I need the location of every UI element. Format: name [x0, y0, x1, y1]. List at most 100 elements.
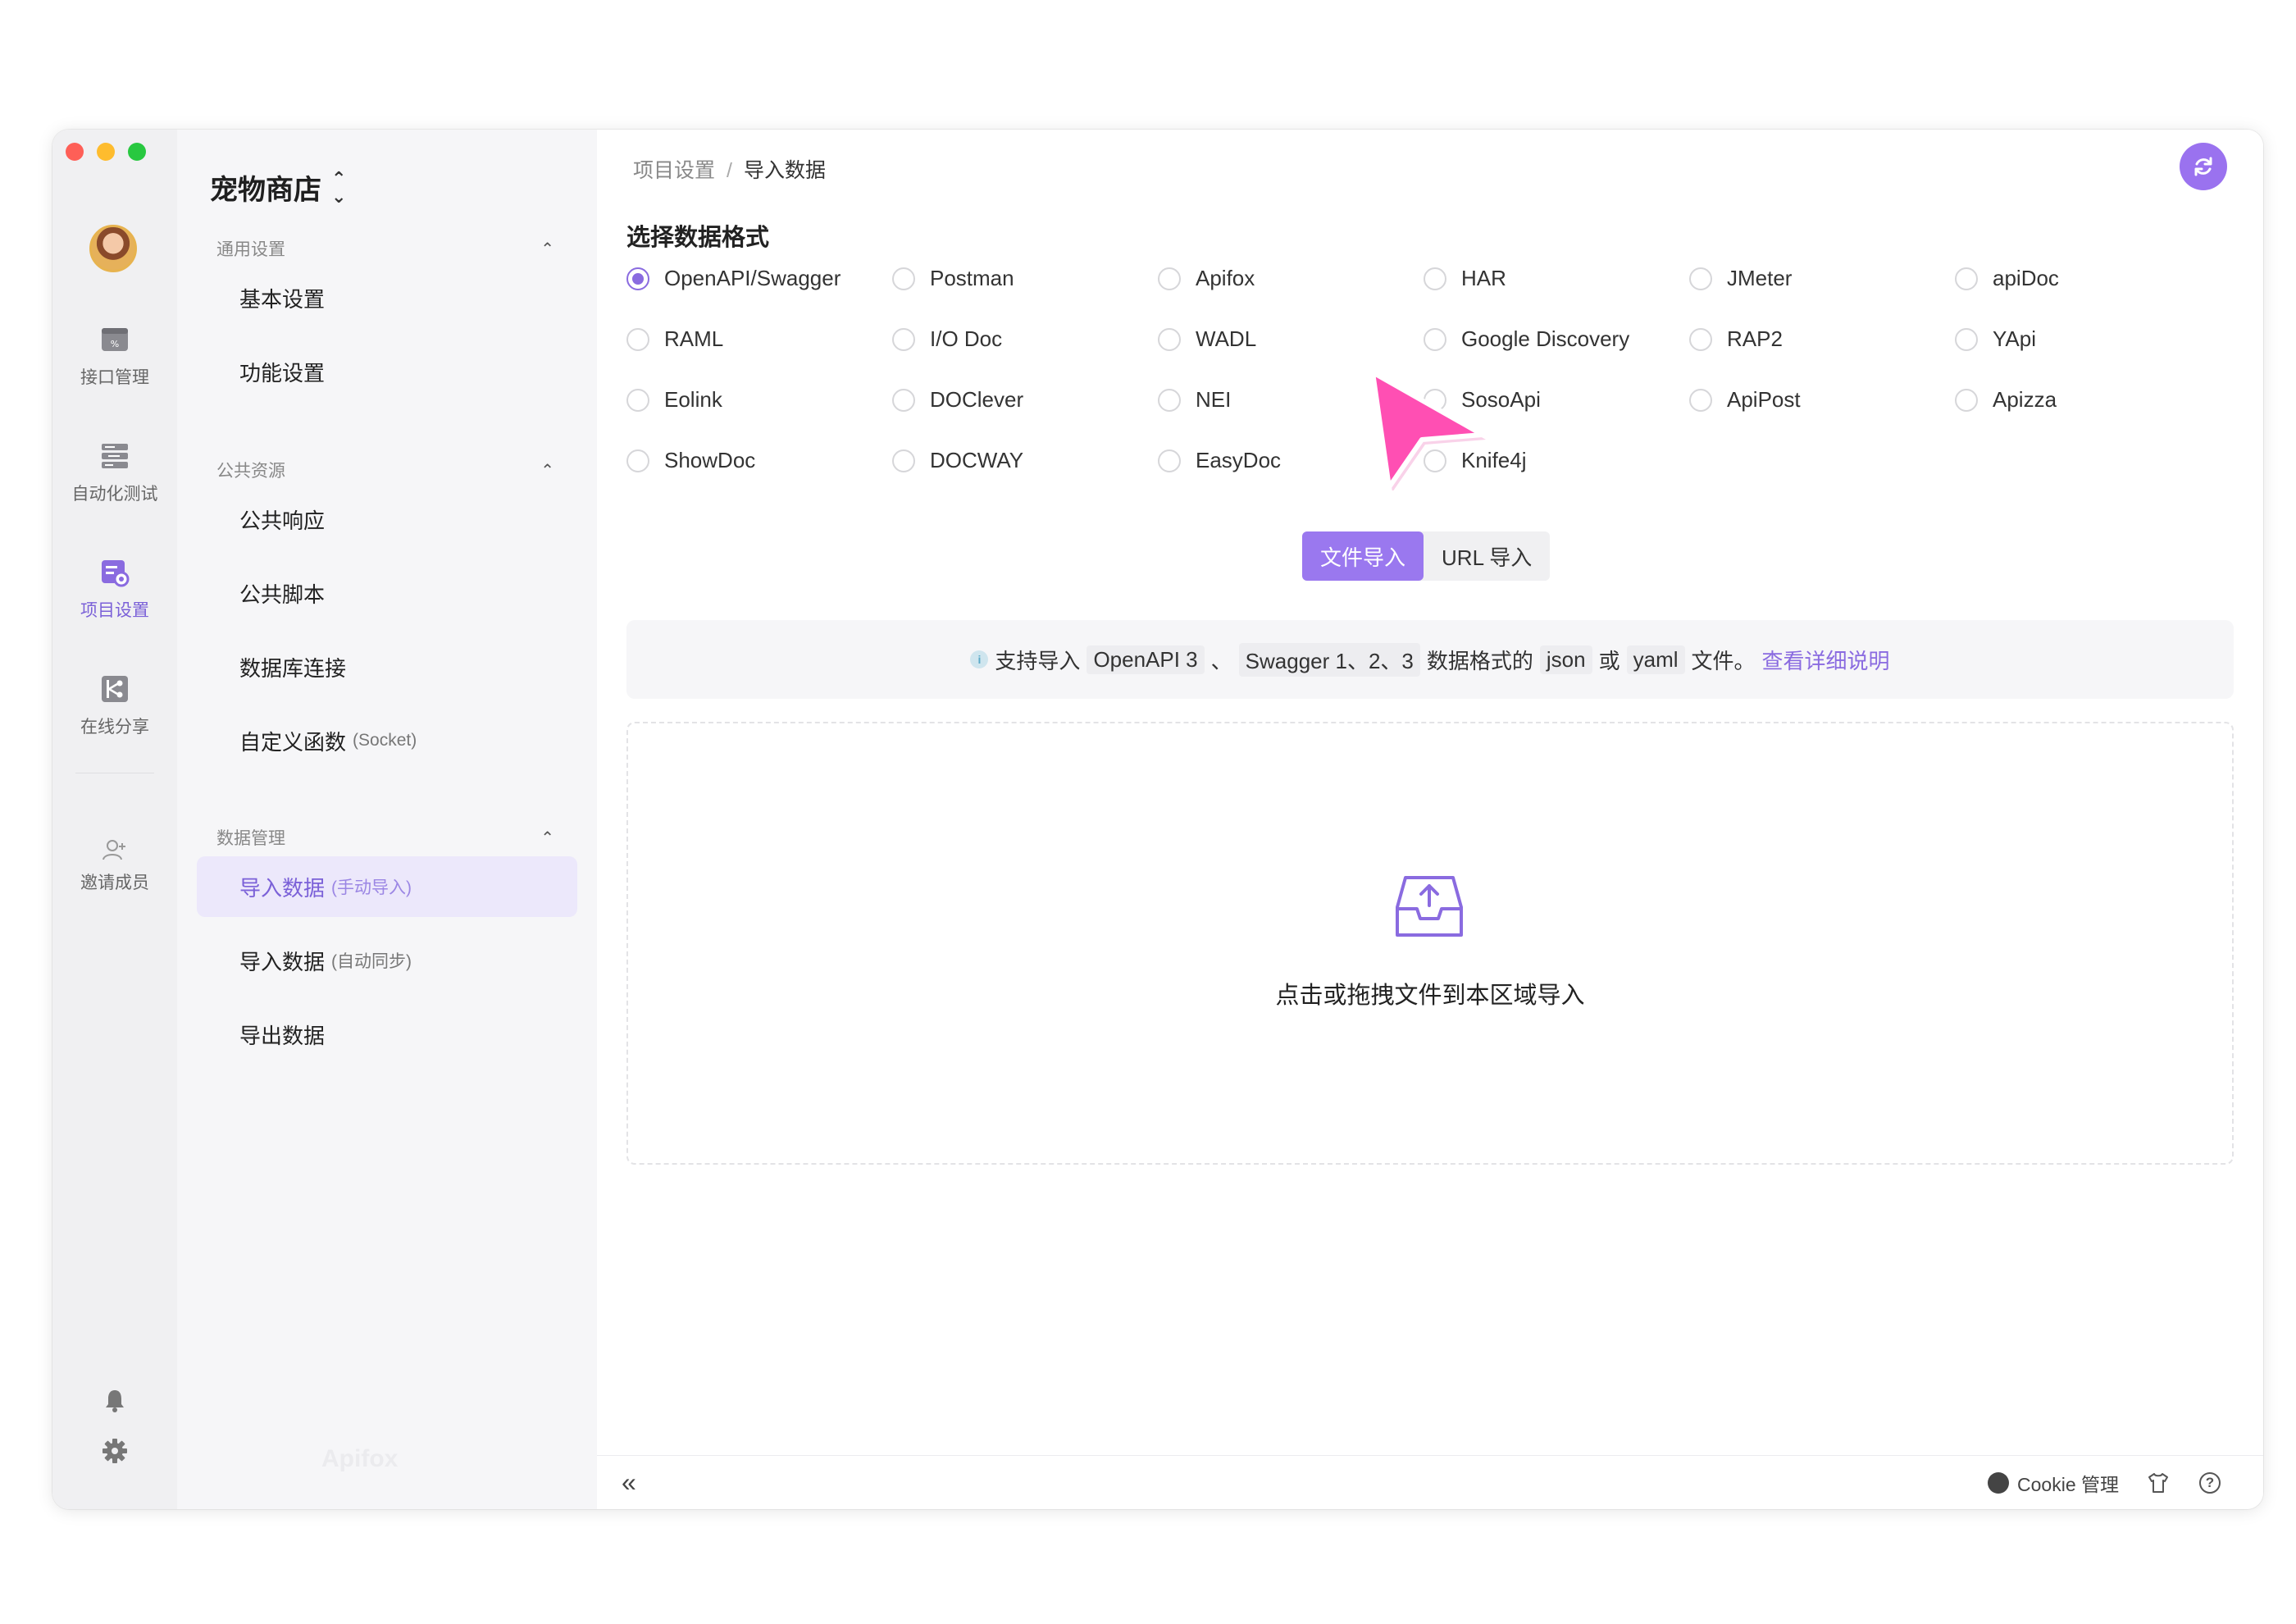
radio-button[interactable] [626, 267, 649, 290]
group-header-data-management[interactable]: 数据管理 ⌃ [216, 825, 561, 850]
format-option-nei[interactable]: NEI [1158, 387, 1231, 413]
share-icon [102, 676, 128, 702]
settings-button[interactable] [52, 1437, 177, 1469]
rail-item-project-settings[interactable]: 项目设置 [52, 556, 177, 622]
maximize-window-button[interactable] [128, 143, 146, 161]
breadcrumb-separator: / [727, 159, 732, 182]
invite-member-button[interactable]: 邀请成员 [52, 837, 177, 894]
info-banner: i 支持导入 OpenAPI 3 、 Swagger 1、2、3 数据格式的 j… [626, 620, 2234, 699]
format-option-i-o-doc[interactable]: I/O Doc [892, 326, 1002, 352]
radio-button[interactable] [1689, 327, 1712, 351]
file-dropzone[interactable]: 点击或拖拽文件到本区域导入 [626, 722, 2234, 1165]
sidebar-item-database-connections[interactable]: 数据库连接 [197, 636, 577, 697]
sidebar-item-public-responses[interactable]: 公共响应 [197, 489, 577, 550]
tab-url-import[interactable]: URL 导入 [1424, 531, 1550, 581]
radio-button[interactable] [892, 388, 915, 412]
radio-button[interactable] [892, 449, 915, 472]
format-option-postman[interactable]: Postman [892, 266, 1014, 291]
radio-button[interactable] [892, 267, 915, 290]
format-label: I/O Doc [930, 326, 1003, 351]
format-option-jmeter[interactable]: JMeter [1689, 266, 1792, 291]
minimize-window-button[interactable] [97, 143, 115, 161]
sidebar-item-import-manual[interactable]: 导入数据 (手动导入) [197, 856, 577, 917]
radio-button[interactable] [1158, 449, 1181, 472]
format-option-wadl[interactable]: WADL [1158, 326, 1256, 352]
format-option-raml[interactable]: RAML [626, 326, 723, 352]
sidebar-item-public-scripts[interactable]: 公共脚本 [197, 563, 577, 623]
radio-button[interactable] [1424, 267, 1446, 290]
format-option-showdoc[interactable]: ShowDoc [626, 448, 755, 473]
window-controls [66, 143, 146, 161]
radio-button[interactable] [1689, 267, 1712, 290]
sidebar-item-basic-settings[interactable]: 基本设置 [197, 267, 577, 328]
format-label: DOCWAY [930, 448, 1024, 472]
rail-item-automation[interactable]: 自动化测试 [52, 440, 177, 505]
close-window-button[interactable] [66, 143, 84, 161]
format-label: Eolink [664, 387, 722, 412]
format-option-openapi-swagger[interactable]: OpenAPI/Swagger [626, 266, 840, 291]
main-panel: 项目设置 / 导入数据 选择数据格式 OpenAPI/Swagger Postman A… [597, 130, 2263, 1509]
radio-button[interactable] [1158, 327, 1181, 351]
refresh-icon [2194, 157, 2212, 176]
project-switcher[interactable]: 宠物商店 ⌃ ⌄ [210, 167, 346, 208]
format-label: YApi [1993, 326, 2036, 351]
format-label: Apifox [1196, 266, 1255, 290]
theme-shirt-icon[interactable] [2147, 1471, 2170, 1494]
format-option-apidoc[interactable]: apiDoc [1955, 266, 2059, 291]
tab-file-import[interactable]: 文件导入 [1302, 531, 1424, 581]
radio-button[interactable] [1158, 267, 1181, 290]
sidebar-item-import-auto-sync[interactable]: 导入数据 (自动同步) [197, 930, 577, 991]
format-label: OpenAPI/Swagger [664, 266, 841, 290]
format-option-rap2[interactable]: RAP2 [1689, 326, 1783, 352]
radio-button[interactable] [1955, 388, 1978, 412]
radio-button[interactable] [892, 327, 915, 351]
sync-button[interactable] [2180, 143, 2227, 190]
user-avatar[interactable] [89, 225, 137, 272]
sidebar-item-custom-functions[interactable]: 自定义函数 (Socket) [197, 710, 577, 771]
format-label: ApiPost [1727, 387, 1801, 412]
details-link[interactable]: 查看详细说明 [1762, 645, 1890, 675]
sidebar-item-export-data[interactable]: 导出数据 [197, 1004, 577, 1065]
notifications-button[interactable] [52, 1388, 177, 1418]
format-option-doclever[interactable]: DOClever [892, 387, 1023, 413]
group-header-public-resources[interactable]: 公共资源 ⌃ [216, 458, 561, 482]
cookie-manager-button[interactable]: Cookie 管理 [1988, 1469, 2119, 1497]
rail-item-api[interactable]: % 接口管理 [52, 323, 177, 389]
rail-item-share[interactable]: 在线分享 [52, 673, 177, 738]
section-title: 选择数据格式 [626, 225, 770, 251]
svg-text:%: % [111, 339, 119, 349]
format-option-google-discovery[interactable]: Google Discovery [1424, 326, 1629, 352]
radio-button[interactable] [1158, 388, 1181, 412]
radio-button[interactable] [1424, 327, 1446, 351]
format-label: Apizza [1993, 387, 2057, 412]
sidebar-item-feature-settings[interactable]: 功能设置 [197, 341, 577, 402]
settings-sidebar: 宠物商店 ⌃ ⌄ 通用设置 ⌃ 基本设置 功能设置 公共资源 ⌃ 公共响应 公共脚… [177, 130, 597, 1509]
radio-button[interactable] [1955, 327, 1978, 351]
format-label: ShowDoc [664, 448, 756, 472]
info-icon: i [970, 650, 989, 668]
collapse-sidebar-button[interactable]: « [622, 1467, 636, 1498]
settings-project-icon [102, 560, 130, 587]
format-label: EasyDoc [1196, 448, 1282, 472]
radio-button[interactable] [1689, 388, 1712, 412]
format-option-apizza[interactable]: Apizza [1955, 387, 2057, 413]
radio-button[interactable] [626, 327, 649, 351]
format-option-yapi[interactable]: YApi [1955, 326, 2036, 352]
format-label: RAML [664, 326, 724, 351]
format-option-docway[interactable]: DOCWAY [892, 448, 1023, 473]
group-header-general[interactable]: 通用设置 ⌃ [216, 236, 561, 261]
breadcrumb-parent[interactable]: 项目设置 [633, 159, 715, 182]
radio-button[interactable] [1955, 267, 1978, 290]
format-label: RAP2 [1727, 326, 1783, 351]
icon-rail: % 接口管理 自动化测试 项目设置 在线分享 邀请成员 [52, 130, 177, 1509]
help-icon[interactable]: ? [2199, 1471, 2221, 1494]
breadcrumb: 项目设置 / 导入数据 [633, 154, 826, 184]
format-option-apipost[interactable]: ApiPost [1689, 387, 1801, 413]
format-option-apifox[interactable]: Apifox [1158, 266, 1255, 291]
radio-button[interactable] [626, 388, 649, 412]
radio-button[interactable] [626, 449, 649, 472]
chevron-up-icon: ⌃ [540, 461, 554, 480]
format-option-eolink[interactable]: Eolink [626, 387, 722, 413]
format-option-easydoc[interactable]: EasyDoc [1158, 448, 1281, 473]
format-option-har[interactable]: HAR [1424, 266, 1506, 291]
